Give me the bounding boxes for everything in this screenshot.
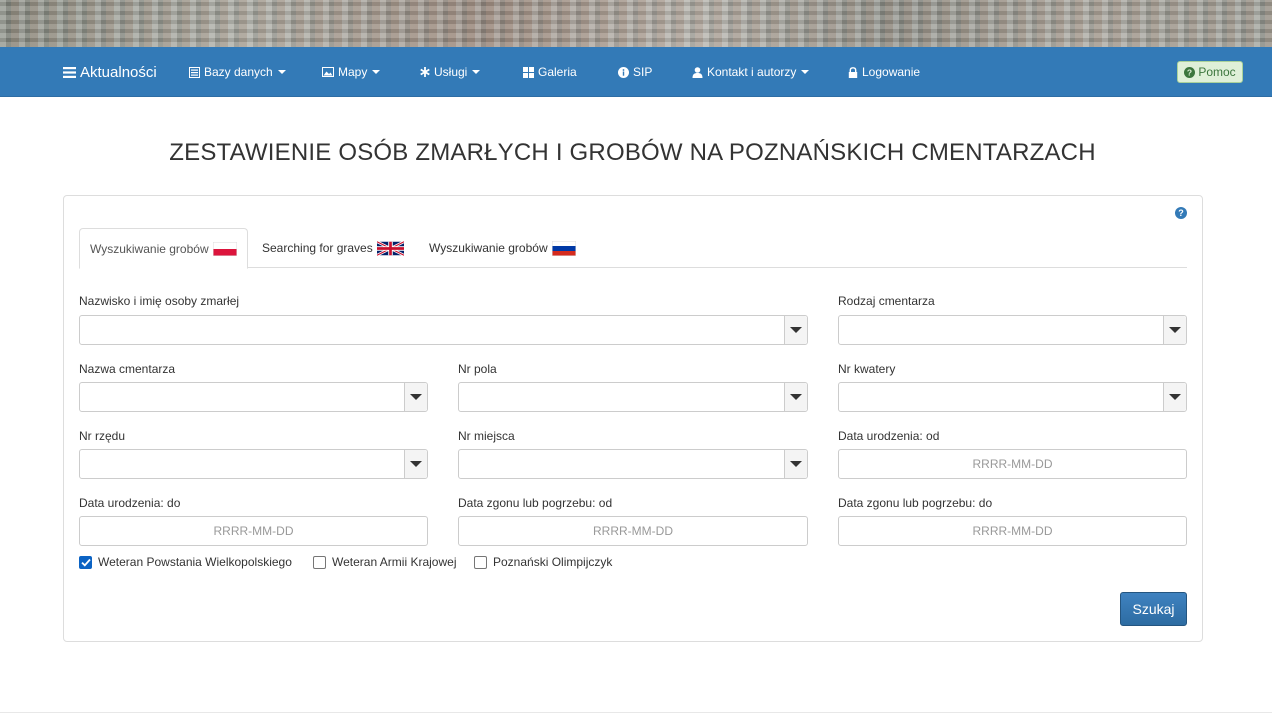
place-number-select[interactable] xyxy=(458,449,808,479)
death-date-to-input[interactable] xyxy=(838,516,1187,546)
tab-label: Searching for graves xyxy=(262,241,373,255)
chevron-down-icon[interactable] xyxy=(404,383,427,411)
birth-date-from-label: Data urodzenia: od xyxy=(838,429,940,443)
nav-item-kontakt[interactable]: Kontakt i autorzy xyxy=(692,47,810,97)
nav-item-logowanie[interactable]: Logowanie xyxy=(848,47,920,97)
asterisk-icon xyxy=(420,67,430,77)
nav-item-uslugi[interactable]: Usługi xyxy=(420,47,481,97)
chevron-down-icon[interactable] xyxy=(1163,316,1186,344)
nav-brand-label: Aktualności xyxy=(80,63,157,81)
cemetery-name-label: Nazwa cmentarza xyxy=(79,362,176,376)
checkbox-unchecked[interactable] xyxy=(474,555,487,569)
svg-text:?: ? xyxy=(1187,67,1192,77)
checkbox-label: Poznański Olimpijczyk xyxy=(493,555,613,569)
footer-divider xyxy=(0,712,1272,713)
caret-down-icon xyxy=(277,70,286,74)
navbar: Aktualności Bazy danych Mapy Usługi Gale… xyxy=(0,47,1272,97)
cemetery-type-label: Rodzaj cmentarza xyxy=(838,294,935,308)
place-number-label: Nr miejsca xyxy=(458,429,515,443)
tab-russian[interactable]: Wyszukiwanie grobów xyxy=(419,228,586,268)
lock-icon xyxy=(848,66,858,78)
svg-text:?: ? xyxy=(1178,208,1184,218)
question-circle-icon: ? xyxy=(1184,66,1196,78)
info-icon xyxy=(618,66,629,78)
question-circle-icon[interactable]: ? xyxy=(1175,207,1187,219)
field-number-label: Nr pola xyxy=(458,362,497,376)
field-number-select[interactable] xyxy=(458,382,808,412)
nav-item-label: Galeria xyxy=(538,65,577,79)
cemetery-name-select[interactable] xyxy=(79,382,428,412)
search-button[interactable]: Szukaj xyxy=(1120,592,1187,626)
nav-item-bazy-danych[interactable]: Bazy danych xyxy=(189,47,286,97)
uk-flag-icon xyxy=(376,240,404,256)
chevron-down-icon[interactable] xyxy=(784,450,807,478)
caret-down-icon xyxy=(372,70,381,74)
birth-date-from-input[interactable] xyxy=(838,449,1187,479)
name-label: Nazwisko i imię osoby zmarłej xyxy=(79,294,240,308)
nav-item-label: SIP xyxy=(633,65,653,79)
poland-flag-icon xyxy=(212,241,237,256)
checkbox-label: Weteran Powstania Wielkopolskiego xyxy=(98,555,292,569)
tab-label: Wyszukiwanie grobów xyxy=(90,241,209,256)
name-select[interactable] xyxy=(79,315,808,345)
quarter-number-label: Nr kwatery xyxy=(838,362,896,376)
checkbox-weteran-ak[interactable]: Weteran Armii Krajowej xyxy=(313,554,457,570)
quarter-number-select[interactable] xyxy=(838,382,1187,412)
nav-item-sip[interactable]: SIP xyxy=(618,47,652,97)
tab-polish[interactable]: Wyszukiwanie grobów xyxy=(79,228,248,269)
chevron-down-icon[interactable] xyxy=(1163,383,1186,411)
nav-item-label: Logowanie xyxy=(862,65,921,79)
grid-icon xyxy=(523,66,534,78)
list-icon xyxy=(189,66,200,78)
cemetery-type-select[interactable] xyxy=(838,315,1187,345)
user-icon xyxy=(692,66,703,78)
death-date-from-input[interactable] xyxy=(458,516,808,546)
picture-icon xyxy=(322,67,334,77)
nav-item-label: Kontakt i autorzy xyxy=(707,65,797,79)
header-aerial-banner xyxy=(0,0,1272,47)
caret-down-icon xyxy=(472,70,481,74)
row-number-label: Nr rzędu xyxy=(79,429,126,443)
checkbox-checked[interactable] xyxy=(79,555,92,569)
birth-date-to-input[interactable] xyxy=(79,516,428,546)
hamburger-icon xyxy=(63,66,76,78)
checkbox-olimpijczyk[interactable]: Poznański Olimpijczyk xyxy=(474,554,612,570)
tab-label: Wyszukiwanie grobów xyxy=(429,241,548,255)
nav-item-galeria[interactable]: Galeria xyxy=(523,47,577,97)
death-date-from-label: Data zgonu lub pogrzebu: od xyxy=(458,496,613,510)
row-number-select[interactable] xyxy=(79,449,428,479)
help-button[interactable]: ? Pomoc xyxy=(1177,61,1243,83)
nav-item-label: Usługi xyxy=(434,65,468,79)
nav-brand-aktualnosci[interactable]: Aktualności xyxy=(63,47,157,97)
checkbox-label: Weteran Armii Krajowej xyxy=(332,555,457,569)
death-date-to-label: Data zgonu lub pogrzebu: do xyxy=(838,496,993,510)
chevron-down-icon[interactable] xyxy=(404,450,427,478)
checkbox-weteran-powstania[interactable]: Weteran Powstania Wielkopolskiego xyxy=(79,554,292,570)
chevron-down-icon[interactable] xyxy=(784,316,807,344)
tab-english[interactable]: Searching for graves xyxy=(252,228,414,268)
checkbox-unchecked[interactable] xyxy=(313,555,326,569)
nav-item-label: Bazy danych xyxy=(204,65,273,79)
nav-item-label: Mapy xyxy=(338,65,368,79)
chevron-down-icon[interactable] xyxy=(784,383,807,411)
help-button-label: Pomoc xyxy=(1198,65,1236,79)
nav-item-mapy[interactable]: Mapy xyxy=(322,47,381,97)
russia-flag-icon xyxy=(551,240,576,256)
page-title: ZESTAWIENIE OSÓB ZMARŁYCH I GROBÓW NA PO… xyxy=(169,139,1096,166)
checkmark-icon xyxy=(80,558,91,567)
birth-date-to-label: Data urodzenia: do xyxy=(79,496,181,510)
caret-down-icon xyxy=(801,70,810,74)
language-tabs: Wyszukiwanie grobów Searching for graves… xyxy=(79,228,1187,269)
